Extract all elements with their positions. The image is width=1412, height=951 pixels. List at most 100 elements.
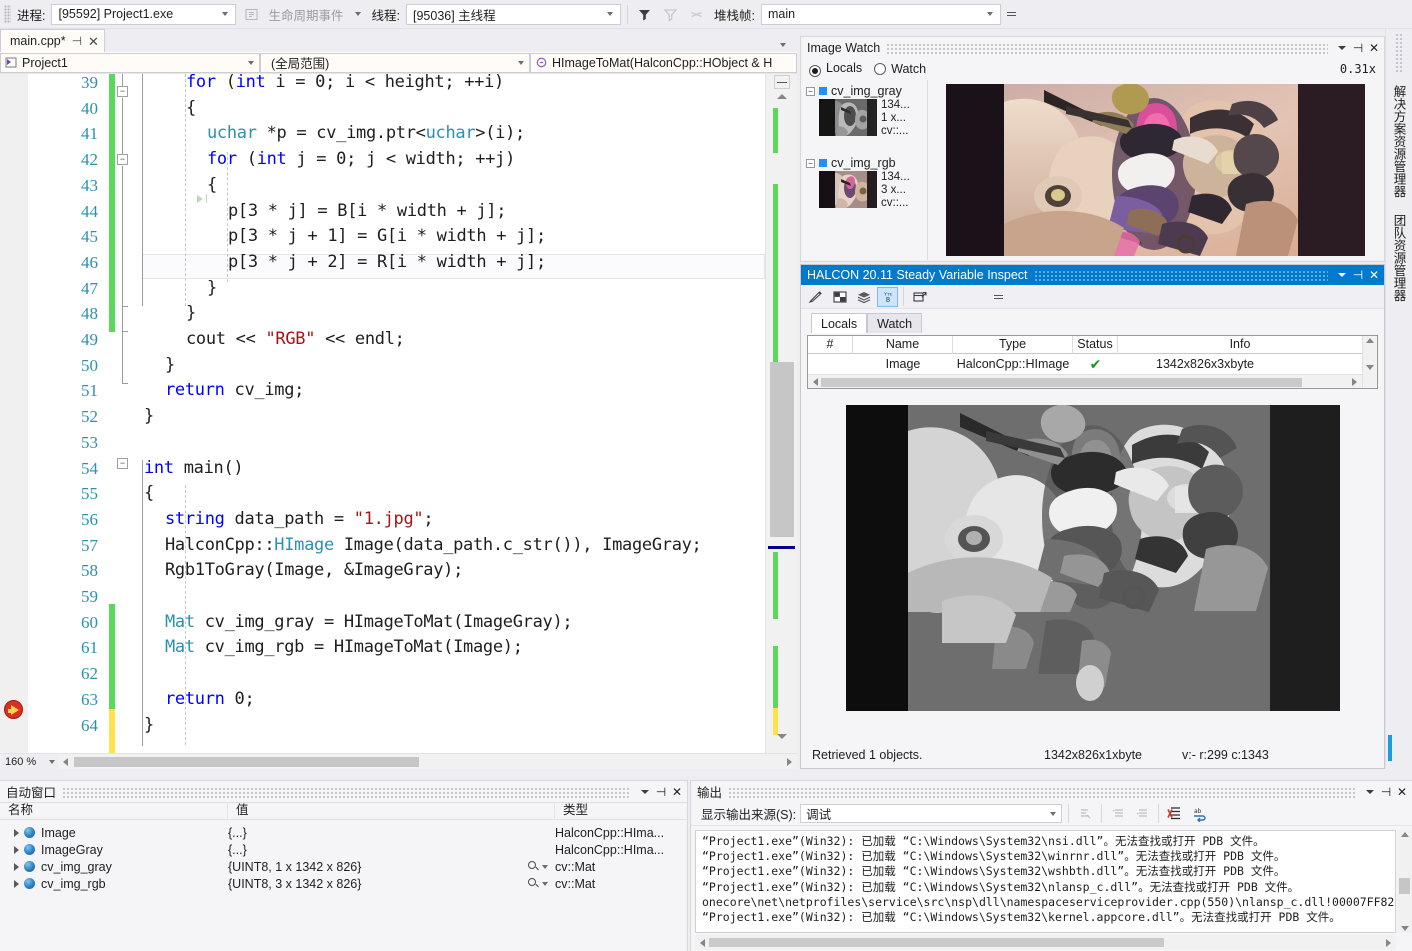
code-line[interactable]: HalconCpp::HImage Image(data_path.c_str(… bbox=[165, 533, 702, 559]
editor-vertical-scrollbar[interactable] bbox=[765, 74, 797, 753]
hscrollbar-thumb[interactable] bbox=[709, 938, 1164, 947]
code-folding-column[interactable]: − − − bbox=[117, 74, 142, 753]
pin-icon[interactable]: ⊣ bbox=[1378, 783, 1394, 800]
scroll-up-arrow-icon[interactable] bbox=[777, 94, 787, 99]
magnifier-icon[interactable] bbox=[528, 861, 539, 872]
hscrollbar-thumb[interactable] bbox=[74, 757, 419, 767]
scrollbar-thumb[interactable] bbox=[1399, 878, 1410, 894]
toolbar-overflow-icon[interactable] bbox=[1005, 11, 1019, 17]
radio-locals[interactable]: Locals bbox=[809, 61, 862, 77]
table-row[interactable]: Image {...} HalconCpp::HIma... bbox=[0, 824, 687, 841]
col-name[interactable]: Name bbox=[853, 335, 953, 354]
find-message-icon[interactable] bbox=[1075, 804, 1095, 824]
layers-icon[interactable] bbox=[853, 287, 874, 307]
magnifier-icon[interactable] bbox=[528, 878, 539, 889]
step-into-glyph-icon[interactable] bbox=[197, 195, 203, 203]
code-line[interactable]: Rgb1ToGray(Image, &ImageGray); bbox=[165, 558, 463, 584]
filter-clear-icon[interactable] bbox=[660, 3, 682, 25]
code-line[interactable]: p[3 * j + 2] = R[i * width + j]; bbox=[228, 250, 546, 276]
code-line[interactable]: } bbox=[144, 404, 154, 430]
lifecycle-icon[interactable] bbox=[240, 3, 262, 25]
halcon-grid-hscrollbar[interactable] bbox=[808, 374, 1362, 388]
code-line[interactable]: for (int i = 0; i < height; ++i) bbox=[186, 74, 504, 96]
code-line[interactable]: { bbox=[207, 173, 217, 199]
code-line[interactable]: p[3 * j] = B[i * width + j]; bbox=[228, 199, 506, 225]
fold-toggle-line42[interactable]: − bbox=[117, 154, 128, 165]
code-line[interactable]: } bbox=[165, 353, 175, 379]
close-icon[interactable]: ✕ bbox=[1366, 39, 1382, 56]
code-editor[interactable]: 39 40 41 42 43 44 45 46 47 48 49 50 51 52 53 54 55 56 57 58… bbox=[0, 74, 797, 753]
scroll-left-arrow-icon[interactable] bbox=[813, 377, 818, 386]
split-view-icon[interactable] bbox=[774, 75, 790, 89]
code-line[interactable]: cout << "RGB" << endl; bbox=[186, 327, 405, 353]
halcon-grid-vscrollbar[interactable] bbox=[1362, 336, 1377, 388]
pen-icon[interactable] bbox=[805, 287, 826, 307]
fold-toggle-main[interactable]: − bbox=[117, 458, 128, 469]
thumbnail[interactable] bbox=[819, 99, 877, 136]
col-value[interactable]: 值 bbox=[228, 802, 555, 820]
code-line[interactable]: } bbox=[144, 713, 154, 739]
close-icon[interactable]: ✕ bbox=[669, 783, 685, 800]
chevron-down-icon[interactable] bbox=[1362, 783, 1378, 800]
radio-watch[interactable]: Watch bbox=[874, 62, 926, 76]
list-item[interactable]: − cv_img_gray 134... 1 x... cv::... bbox=[802, 83, 927, 155]
chevron-down-icon[interactable] bbox=[542, 881, 548, 886]
table-row[interactable]: cv_img_rgb {UINT8, 3 x 1342 x 826} cv::M… bbox=[0, 875, 687, 892]
output-horizontal-scrollbar[interactable] bbox=[695, 935, 1396, 950]
close-icon[interactable]: ✕ bbox=[1366, 267, 1382, 284]
scrollbar-thumb[interactable] bbox=[770, 362, 794, 537]
scroll-right-arrow-icon[interactable] bbox=[1352, 377, 1357, 386]
scope-combo[interactable]: (全局范围) bbox=[260, 52, 530, 73]
code-line[interactable]: string data_path = "1.jpg"; bbox=[165, 507, 434, 533]
close-icon[interactable]: ✕ bbox=[88, 35, 99, 48]
expander-chevron-right-icon[interactable] bbox=[14, 845, 19, 854]
output-vertical-scrollbar[interactable] bbox=[1397, 830, 1412, 933]
col-status[interactable]: Status bbox=[1073, 335, 1118, 354]
toggle-wordwrap-icon[interactable] bbox=[1132, 804, 1152, 824]
stackframe-combo[interactable]: main bbox=[760, 3, 1001, 25]
pin-icon[interactable]: ⊣ bbox=[72, 34, 82, 48]
window-icon[interactable] bbox=[909, 287, 930, 307]
filter-icon[interactable] bbox=[634, 3, 656, 25]
code-line[interactable]: } bbox=[186, 301, 196, 327]
wordwrap-icon[interactable]: ab bbox=[1189, 804, 1209, 824]
editor-horizontal-scrollbar[interactable] bbox=[58, 754, 797, 769]
scroll-left-arrow-icon[interactable] bbox=[63, 757, 68, 766]
image-icon[interactable] bbox=[829, 287, 850, 307]
code-line[interactable]: Mat cv_img_gray = HImageToMat(ImageGray)… bbox=[165, 610, 573, 636]
lifecycle-chevron-down-icon[interactable] bbox=[354, 12, 361, 16]
scroll-up-arrow-icon[interactable] bbox=[1400, 832, 1409, 837]
output-source-combo[interactable]: 调试 bbox=[800, 804, 1063, 823]
vtab-grip[interactable] bbox=[1394, 33, 1404, 73]
table-row[interactable]: cv_img_gray {UINT8, 1 x 1342 x 826} cv::… bbox=[0, 858, 687, 875]
pin-icon[interactable]: ⊣ bbox=[1350, 39, 1366, 56]
pin-icon[interactable]: ⊣ bbox=[1350, 267, 1366, 284]
col-info[interactable]: Info bbox=[1118, 336, 1362, 354]
expander-chevron-right-icon[interactable] bbox=[14, 879, 19, 888]
chevron-down-icon[interactable] bbox=[542, 864, 548, 869]
image-watch-list[interactable]: − cv_img_gray 134... 1 x... cv::... − cv… bbox=[802, 80, 928, 260]
col-name[interactable]: 名称 bbox=[0, 802, 228, 820]
code-line[interactable]: return 0; bbox=[165, 687, 255, 713]
col-type[interactable]: 类型 bbox=[555, 802, 687, 820]
table-row[interactable]: ImageGray {...} HalconCpp::HIma... bbox=[0, 841, 687, 858]
scroll-down-arrow-icon[interactable] bbox=[777, 734, 787, 739]
function-combo[interactable]: HImageToMat(HalconCpp::HObject & H bbox=[530, 52, 797, 73]
close-icon[interactable]: ✕ bbox=[1394, 783, 1410, 800]
halcon-image-viewer[interactable] bbox=[802, 405, 1383, 735]
document-tab-main-cpp[interactable]: main.cpp* ⊣ ✕ bbox=[0, 29, 105, 52]
thumbnail[interactable] bbox=[819, 171, 877, 208]
code-line[interactable]: } bbox=[207, 276, 217, 302]
chevron-down-icon[interactable] bbox=[1334, 39, 1350, 56]
scroll-right-arrow-icon[interactable] bbox=[787, 757, 792, 766]
scroll-right-arrow-icon[interactable] bbox=[1386, 938, 1391, 947]
process-combo[interactable]: [95592] Project1.exe bbox=[51, 3, 237, 25]
chevron-down-icon[interactable] bbox=[637, 783, 653, 800]
thread-combo[interactable]: [95036] 主线程 bbox=[405, 3, 621, 25]
tab-locals[interactable]: Locals bbox=[811, 313, 868, 333]
clear-all-icon[interactable] bbox=[1108, 804, 1128, 824]
vtab-solution-explorer[interactable]: 解决方案资源管理器 bbox=[1390, 77, 1409, 206]
scroll-down-arrow-icon[interactable] bbox=[1400, 926, 1409, 931]
expander-chevron-right-icon[interactable] bbox=[14, 862, 19, 871]
byte-icon[interactable]: ʏᴛᴇ B bbox=[877, 286, 898, 307]
